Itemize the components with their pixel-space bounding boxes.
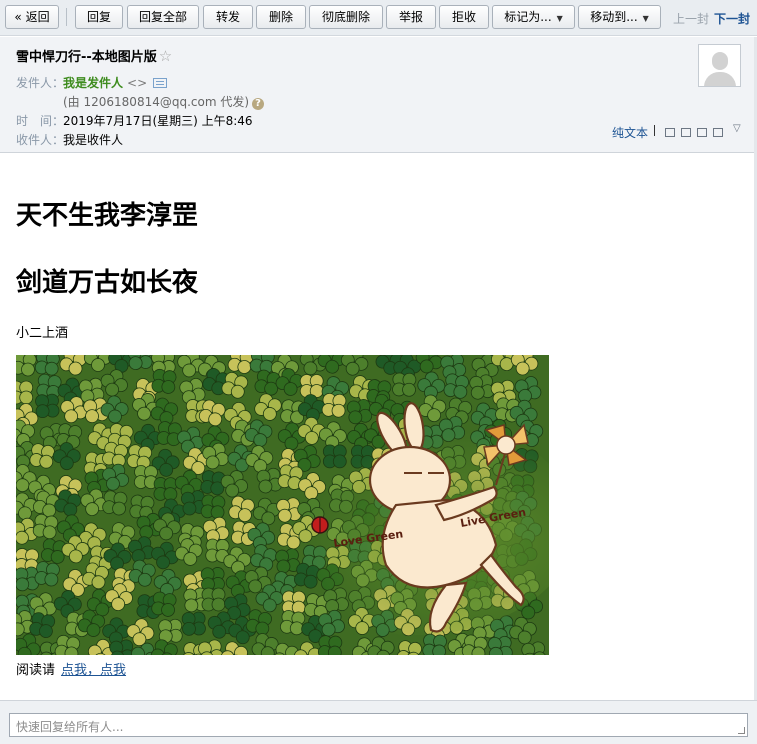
clover-illustration: Love Green Live Green xyxy=(16,355,549,655)
quick-reply-input[interactable]: 快速回复给所有人... xyxy=(9,713,748,737)
from-row: 发件人：我是发件人 <> xyxy=(16,74,168,91)
delete-button[interactable]: 删除 xyxy=(256,5,306,29)
body-heading-1: 天不生我李淳罡 xyxy=(16,201,199,231)
proxy-row: (由 1206180814@qq.com 代发)? xyxy=(63,93,265,110)
ladybug-icon xyxy=(311,516,329,534)
mark-as-label: 标记为... xyxy=(504,10,552,24)
read-line: 阅读请 点我，点我 xyxy=(16,659,126,678)
chevron-down-icon: ▼ xyxy=(642,14,649,23)
page-icon[interactable] xyxy=(681,128,691,137)
mail-header: 雪中悍刀行--本地图片版 ☆ 发件人：我是发件人 <> (由 1206180814@… xyxy=(0,37,757,153)
body-heading-2: 剑道万古如长夜 xyxy=(16,268,199,298)
sender-name[interactable]: 我是发件人 xyxy=(63,76,123,90)
from-label: 发件人： xyxy=(16,76,65,90)
back-button[interactable]: « 返回 xyxy=(5,5,59,29)
to-label: 收件人： xyxy=(16,133,65,147)
new-window-icon[interactable] xyxy=(665,128,675,137)
star-icon[interactable]: ☆ xyxy=(159,47,172,65)
download-icon[interactable] xyxy=(697,128,707,137)
plain-text-link[interactable]: 纯文本 xyxy=(612,124,648,141)
time-label: 时 间： xyxy=(16,114,65,128)
read-prefix: 阅读请 xyxy=(16,663,56,678)
toolbar-divider xyxy=(66,8,67,26)
to-row: 收件人：我是收件人 xyxy=(16,131,123,148)
proxy-sender: (由 1206180814@qq.com 代发) xyxy=(63,95,250,109)
contact-card-icon[interactable] xyxy=(153,78,168,88)
quick-reply-bar: 快速回复给所有人... xyxy=(0,700,757,744)
chevron-down-icon: ▼ xyxy=(556,14,563,23)
reply-all-button[interactable]: 回复全部 xyxy=(127,5,199,29)
time-row: 时 间：2019年7月17日(星期三) 上午8:46 xyxy=(16,112,253,129)
reply-button[interactable]: 回复 xyxy=(75,5,123,29)
avatar xyxy=(698,44,741,87)
reject-button[interactable]: 拒收 xyxy=(439,5,489,29)
clover-rabbit-image: Love Green Live Green xyxy=(16,355,549,655)
subject-text: 雪中悍刀行--本地图片版 xyxy=(16,50,157,65)
mail-toolbar: « 返回 回复 回复全部 转发 删除 彻底删除 举报 拒收 标记为... ▼ 移动… xyxy=(0,0,757,36)
more-chevron-icon[interactable]: ▽ xyxy=(733,123,741,134)
move-to-dropdown[interactable]: 移动到... ▼ xyxy=(578,5,661,29)
next-mail-link[interactable]: 下一封 xyxy=(714,10,750,27)
help-icon[interactable]: ? xyxy=(252,98,265,110)
report-button[interactable]: 举报 xyxy=(386,5,436,29)
mail-time: 2019年7月17日(星期三) 上午8:46 xyxy=(63,114,253,128)
recipient-name[interactable]: 我是收件人 xyxy=(63,133,123,147)
delete-permanent-button[interactable]: 彻底删除 xyxy=(309,5,383,29)
move-to-label: 移动到... xyxy=(590,10,638,24)
sender-address: <> xyxy=(127,76,148,90)
body-text: 小二上酒 xyxy=(16,326,69,341)
resize-grip-icon[interactable] xyxy=(738,727,745,734)
prev-mail-link[interactable]: 上一封 xyxy=(673,10,709,27)
read-link[interactable]: 点我，点我 xyxy=(61,663,126,678)
print-icon[interactable] xyxy=(713,128,723,137)
mark-as-dropdown[interactable]: 标记为... ▼ xyxy=(492,5,575,29)
header-divider xyxy=(654,125,655,136)
mail-subject: 雪中悍刀行--本地图片版 ☆ xyxy=(16,46,172,65)
forward-button[interactable]: 转发 xyxy=(203,5,253,29)
